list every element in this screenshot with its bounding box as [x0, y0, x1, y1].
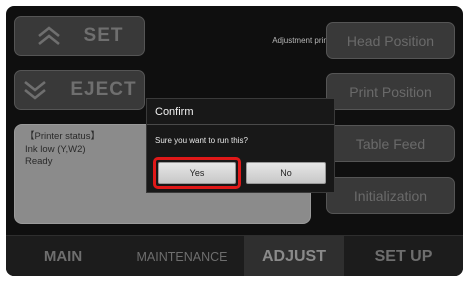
eject-button[interactable]: EJECT	[14, 70, 145, 110]
eject-button-label: EJECT	[70, 79, 137, 100]
no-button[interactable]: No	[246, 162, 326, 184]
tab-maintenance[interactable]: MAINTENANCE	[120, 236, 244, 276]
head-position-button[interactable]: Head Position	[326, 22, 455, 59]
set-button[interactable]: SET	[14, 16, 145, 56]
tab-adjust[interactable]: ADJUST	[244, 236, 344, 276]
yes-button-highlight	[153, 157, 241, 189]
adjustment-print-label: Adjustment print	[272, 36, 330, 45]
table-feed-button[interactable]: Table Feed	[326, 125, 455, 162]
print-position-button[interactable]: Print Position	[326, 73, 455, 110]
tab-setup[interactable]: SET UP	[344, 236, 463, 276]
bottom-tab-bar: MAIN MAINTENANCE ADJUST SET UP	[6, 235, 463, 276]
dialog-divider	[147, 124, 334, 125]
initialization-button[interactable]: Initialization	[326, 177, 455, 214]
dialog-title: Confirm	[155, 106, 194, 118]
dialog-message: Sure you want to run this?	[155, 136, 248, 145]
tab-main[interactable]: MAIN	[6, 236, 120, 276]
touch-panel-screen: SET EJECT Adjustment print Head Position…	[6, 6, 463, 276]
chevron-up-icon	[37, 26, 60, 46]
chevron-down-icon	[24, 80, 47, 100]
set-button-label: SET	[83, 25, 124, 46]
confirm-dialog: Confirm Sure you want to run this? Yes N…	[146, 98, 335, 193]
